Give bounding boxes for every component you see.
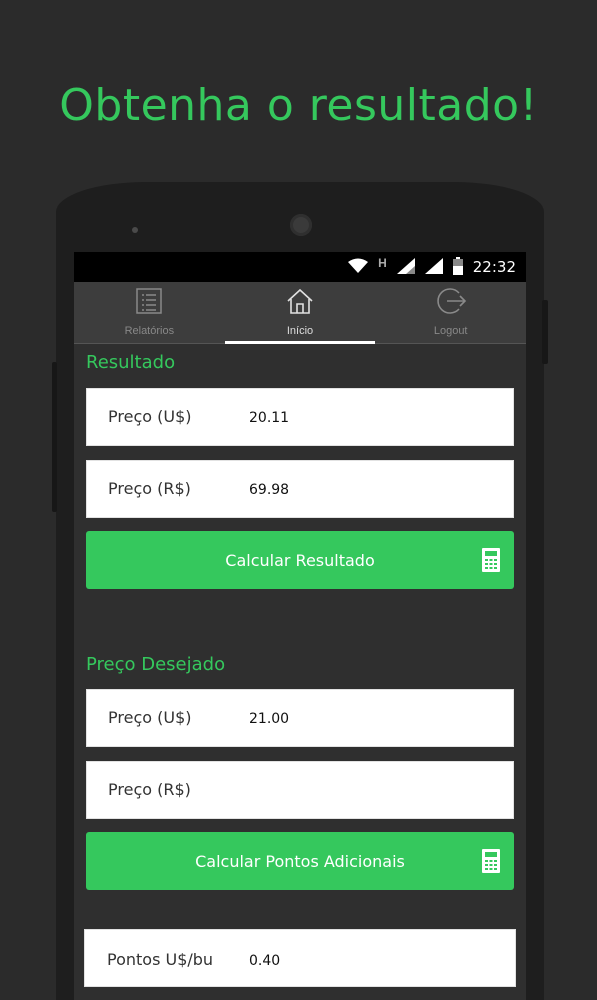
desired-price-usd-value[interactable]: 21.00	[249, 711, 289, 727]
desired-price-usd-label: Preço (U$)	[108, 708, 192, 727]
tab-inicio[interactable]: Início	[224, 282, 376, 344]
wifi-icon	[348, 258, 369, 277]
list-icon	[135, 285, 163, 317]
section-resultado-title: Resultado	[86, 352, 176, 373]
calcular-pontos-adicionais-button[interactable]: Calcular Pontos Adicionais	[86, 832, 514, 890]
price-brl-label: Preço (R$)	[108, 479, 191, 498]
status-time: 22:32	[472, 258, 516, 276]
price-usd-field[interactable]: Preço (U$) 20.11	[86, 388, 514, 446]
pontos-label: Pontos U$/bu	[107, 950, 214, 969]
logout-icon	[435, 285, 467, 317]
pontos-value[interactable]: 0.40	[249, 953, 280, 969]
tab-label: Relatórios	[124, 325, 175, 337]
promo-headline: Obtenha o resultado!	[59, 80, 538, 131]
desired-price-brl-label: Preço (R$)	[108, 780, 191, 799]
phone-side-button	[52, 362, 57, 512]
pontos-field[interactable]: Pontos U$/bu 0.40	[84, 929, 516, 987]
tab-label: Logout	[433, 325, 468, 337]
signal-icon-2	[424, 257, 443, 277]
button-label: Calcular Resultado	[225, 550, 375, 570]
calculator-icon	[482, 849, 500, 877]
desired-price-usd-field[interactable]: Preço (U$) 21.00	[86, 689, 514, 747]
battery-icon	[452, 256, 463, 278]
price-brl-value[interactable]: 69.98	[249, 482, 289, 498]
button-label: Calcular Pontos Adicionais	[195, 851, 405, 871]
section-preco-desejado-title: Preço Desejado	[86, 654, 226, 675]
price-usd-value[interactable]: 20.11	[249, 410, 289, 426]
price-usd-label: Preço (U$)	[108, 407, 192, 426]
tab-relatorios[interactable]: Relatórios	[74, 282, 225, 343]
phone-power-button	[542, 300, 548, 364]
status-bar: H 22:32	[74, 252, 526, 282]
tab-label: Início	[286, 325, 314, 337]
tab-bar: Relatórios Início Logout	[74, 282, 526, 344]
phone-sensor	[132, 227, 138, 233]
price-brl-field[interactable]: Preço (R$) 69.98	[86, 460, 514, 518]
app-screen: H 22:32 Relatórios Início Logout Resulta…	[74, 252, 526, 1000]
desired-price-brl-field[interactable]: Preço (R$)	[86, 761, 514, 819]
signal-icon	[396, 257, 415, 277]
calculator-icon	[482, 548, 500, 576]
home-icon	[286, 285, 314, 317]
network-type-label: H	[378, 256, 387, 270]
phone-camera	[290, 214, 312, 236]
calcular-resultado-button[interactable]: Calcular Resultado	[86, 531, 514, 589]
tab-logout[interactable]: Logout	[375, 282, 526, 343]
